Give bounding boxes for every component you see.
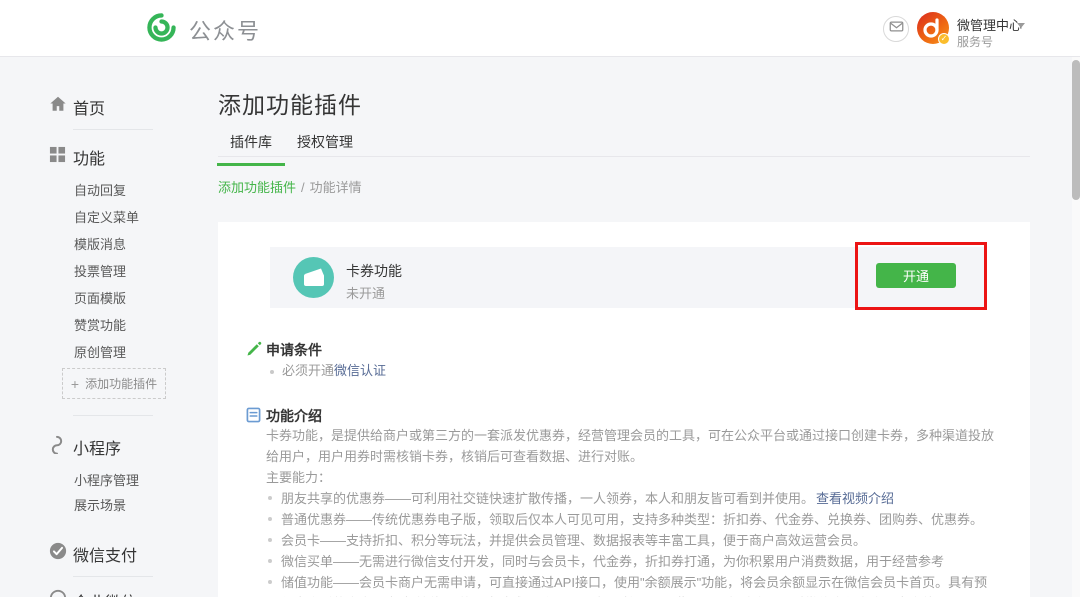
brand-name: 公众号: [189, 14, 261, 46]
sidebar-item-home[interactable]: 首页: [73, 95, 105, 119]
feature-intro-body: 卡券功能，是提供给商户或第三方的一套派发优惠券，经营管理会员的工具，可在公众平台…: [266, 425, 996, 597]
list-item: 朋友共享的优惠券——可利用社交链快速扩散传播，一人领券，本人和朋友皆可看到并使用…: [266, 488, 996, 509]
sidebar-item-miniprogram[interactable]: 小程序: [73, 435, 121, 459]
messages-button[interactable]: [883, 16, 909, 42]
bullet-text: 朋友共享的优惠券——可利用社交链快速扩散传播，一人领券，本人和朋友皆可看到并使用…: [281, 491, 814, 506]
wechat-pay-icon: [49, 542, 67, 560]
feature-name: 卡券功能: [346, 261, 402, 281]
bullet-text: 微信买单——无需进行微信支付开发，同时与会员卡，代金券，折扣券打通，为你积累用户…: [281, 554, 944, 569]
chevron-down-icon[interactable]: [1017, 23, 1025, 28]
work-wechat-icon: [49, 589, 67, 597]
requirement-text: 必须开通: [282, 363, 334, 378]
intro-paragraph: 卡券功能，是提供给商户或第三方的一套派发优惠券，经营管理会员的工具，可在公众平台…: [266, 425, 996, 467]
verified-badge-icon: ✓: [938, 33, 950, 45]
sidebar-item-vote-management[interactable]: 投票管理: [74, 261, 126, 280]
sidebar-item-auto-reply[interactable]: 自动回复: [74, 180, 126, 199]
bullet-dot: [270, 370, 274, 374]
breadcrumb-current: 功能详情: [310, 180, 362, 195]
wechat-mp-admin: 公众号 ✓ 微管理中心 服务号 首页: [0, 0, 1080, 597]
capabilities-list: 朋友共享的优惠券——可利用社交链快速扩散传播，一人领券，本人和朋友皆可看到并使用…: [266, 488, 996, 597]
list-item: 储值功能——会员卡商户无需申请，可直接通过API接口，使用"余额展示"功能，将会…: [266, 572, 996, 597]
scrollbar-thumb[interactable]: [1072, 60, 1080, 200]
feature-status: 未开通: [346, 283, 385, 302]
sidebar-item-custom-menu[interactable]: 自定义菜单: [74, 207, 139, 226]
list-item: 普通优惠券——传统优惠券电子版，领取后仅本人可见可用，支持多种类型：折扣券、代金…: [266, 509, 996, 530]
capabilities-label: 主要能力：: [266, 467, 996, 488]
account-name[interactable]: 微管理中心: [957, 15, 1022, 34]
tab-plugin-library[interactable]: 插件库: [217, 132, 285, 166]
mp-logo-icon: [146, 12, 177, 48]
apply-requirement: 必须开通微信认证: [270, 360, 386, 379]
sidebar-item-display-scene[interactable]: 展示场景: [74, 495, 126, 514]
sidebar-item-template-message[interactable]: 模版消息: [74, 234, 126, 253]
sidebar-divider: [73, 129, 153, 130]
envelope-icon: [889, 20, 904, 38]
top-header: 公众号 ✓ 微管理中心 服务号: [0, 0, 1080, 57]
list-item: 会员卡——支持折扣、积分等玩法，并提供会员管理、数据报表等丰富工具，便于商户高效…: [266, 530, 996, 551]
sidebar-item-original-management[interactable]: 原创管理: [74, 342, 126, 361]
scrollbar-track[interactable]: [1072, 57, 1080, 597]
video-intro-link[interactable]: 查看视频介绍: [816, 491, 894, 506]
sidebar-item-page-template[interactable]: 页面模版: [74, 288, 126, 307]
card-coupon-icon: [293, 257, 334, 298]
tabs-divider: [218, 156, 1030, 157]
pen-icon: [246, 341, 262, 357]
list-item: 微信买单——无需进行微信支付开发，同时与会员卡，代金券，折扣券打通，为你积累用户…: [266, 551, 996, 572]
breadcrumb: 添加功能插件 / 功能详情: [218, 177, 362, 196]
bullet-text: 会员卡——支持折扣、积分等玩法，并提供会员管理、数据报表等丰富工具，便于商户高效…: [281, 533, 866, 548]
sidebar-item-add-plugin[interactable]: + 添加功能插件: [62, 368, 166, 399]
breadcrumb-link-add-plugin[interactable]: 添加功能插件: [218, 180, 296, 195]
sidebar-divider: [73, 415, 153, 416]
plus-icon: +: [71, 377, 79, 391]
brand: 公众号: [146, 12, 261, 48]
bullet-text: 普通优惠券——传统优惠券电子版，领取后仅本人可见可用，支持多种类型：折扣券、代金…: [281, 512, 983, 527]
bullet-text: 储值功能——会员卡商户无需申请，可直接通过API接口，使用"余额展示"功能，将会…: [281, 575, 987, 597]
apply-conditions-title: 申请条件: [266, 340, 322, 360]
sidebar-item-features[interactable]: 功能: [73, 145, 105, 169]
tab-authorization-management[interactable]: 授权管理: [296, 132, 354, 163]
sidebar-item-reward[interactable]: 赞赏功能: [74, 315, 126, 334]
activate-button[interactable]: 开通: [876, 263, 956, 288]
sidebar-divider: [73, 576, 153, 577]
miniprogram-icon: [49, 435, 67, 453]
breadcrumb-separator: /: [301, 180, 305, 195]
grid-icon: [49, 146, 67, 164]
sidebar-item-work-wechat[interactable]: 企业微信: [73, 589, 137, 597]
feature-intro-title: 功能介绍: [266, 406, 322, 426]
document-icon: [246, 407, 262, 423]
home-icon: [49, 95, 67, 113]
sidebar-item-miniprogram-management[interactable]: 小程序管理: [74, 470, 139, 489]
sidebar-item-wechat-pay[interactable]: 微信支付: [73, 542, 137, 566]
page-title: 添加功能插件: [218, 86, 362, 120]
add-plugin-label: 添加功能插件: [85, 375, 157, 392]
account-type-label: 服务号: [957, 33, 993, 50]
wechat-verification-link[interactable]: 微信认证: [334, 363, 386, 378]
